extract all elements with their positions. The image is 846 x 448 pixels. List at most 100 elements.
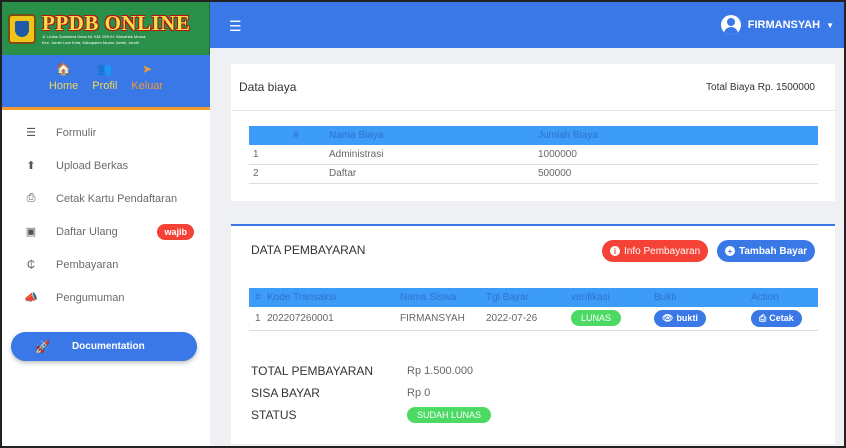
col-tgl-bayar: Tgl Bayar (486, 288, 571, 307)
status-label: STATUS (251, 408, 297, 422)
col-nama-siswa: Nama Siswa (400, 288, 486, 307)
megaphone-icon: 📣 (24, 292, 38, 304)
biaya-table: # Nama Biaya Jumlah Biaya 1 Administrasi… (249, 126, 818, 184)
cell-no: 2 (249, 164, 329, 184)
documentation-button[interactable]: 🚀 Documentation (11, 332, 197, 361)
sidebar-item-label: Pembayaran (56, 258, 119, 271)
brand-address-line1: Jl. Lintas Sumatera Desa Nt. KM. 009 Kt.… (42, 33, 147, 39)
home-link[interactable]: 🏠 Home (49, 62, 78, 107)
profil-label: Profil (92, 80, 118, 92)
sisa-bayar-row: SISA BAYAR Rp 0 (251, 382, 491, 404)
col-nama-biaya: Nama Biaya (329, 126, 538, 145)
table-header-row: # Nama Biaya Jumlah Biaya (249, 126, 818, 145)
bukti-button[interactable]: 👁 bukti (654, 309, 706, 327)
user-group-icon: 👥 (97, 62, 113, 76)
table-header-row: # Kode Transaksi Nama Siswa Tgl Bayar ve… (249, 288, 818, 307)
info-pembayaran-button[interactable]: i Info Pembayaran (602, 240, 709, 262)
home-label: Home (48, 80, 79, 92)
sidebar: PPDB ONLINE Jl. Lintas Sumatera Desa Nt.… (2, 2, 210, 446)
payment-summary: TOTAL PEMBAYARAN Rp 1.500.000 SISA BAYAR… (251, 360, 492, 426)
cell-jumlah: 1000000 (538, 145, 818, 165)
bukti-label: bukti (676, 313, 698, 324)
wajib-badge: wajib (157, 223, 194, 240)
cell-jumlah: 500000 (538, 164, 818, 184)
sign-out-icon: ➤ (142, 62, 153, 76)
user-avatar-icon (720, 15, 741, 35)
sidebar-item-label: Daftar Ulang (56, 225, 118, 238)
total-pembayaran-label: TOTAL PEMBAYARAN (251, 364, 374, 378)
sidebar-item-label: Pengumuman (56, 291, 125, 304)
chevron-down-icon: ▼ (826, 20, 834, 30)
biaya-card: Data biaya Total Biaya Rp. 1500000 # Nam… (231, 64, 835, 201)
cell-nama-siswa: FIRMANSYAH (400, 307, 486, 331)
cell-tgl: 2022-07-26 (486, 307, 571, 331)
brand-title: PPDB ONLINE (42, 10, 191, 35)
sidebar-item-daftar-ulang[interactable]: ▣ Daftar Ulang wajib (2, 215, 210, 248)
col-kode-transaksi: Kode Transaksi (267, 288, 400, 307)
lunas-badge: LUNAS (571, 310, 622, 327)
keluar-label: Keluar (131, 80, 164, 92)
info-icon: i (610, 246, 620, 256)
cell-no: 1 (249, 307, 267, 331)
table-row: 1 202207260001 FIRMANSYAH 2022-07-26 LUN… (249, 307, 818, 331)
hamburger-menu-icon[interactable]: ☰ (229, 18, 242, 35)
table-row: 2 Daftar 500000 (249, 164, 818, 184)
list-icon: ☰ (26, 127, 36, 139)
cell-bukti: 👁 bukti (654, 307, 751, 331)
col-no: # (249, 126, 329, 145)
user-quick-links: 🏠 Home 👥 Profil ➤ Keluar (2, 55, 210, 110)
username: FIRMANSYAH (747, 19, 821, 31)
documentation-label: Documentation (71, 341, 145, 352)
pembayaran-card: DATA PEMBAYARAN i Info Pembayaran + Tamb… (231, 224, 835, 444)
sidebar-item-cetak-kartu[interactable]: ⎙ Cetak Kartu Pendaftaran (2, 182, 210, 215)
col-verifikasi: verifikasi (571, 288, 654, 307)
print-icon: ⎙ (26, 192, 36, 204)
id-card-icon: ▣ (25, 226, 37, 238)
total-biaya: Total Biaya Rp. 1500000 (706, 81, 815, 93)
total-pembayaran-row: TOTAL PEMBAYARAN Rp 1.500.000 (251, 360, 491, 382)
brand-header[interactable]: PPDB ONLINE Jl. Lintas Sumatera Desa Nt.… (2, 2, 210, 55)
total-pembayaran-value: Rp 1.500.000 (407, 365, 474, 377)
keluar-link[interactable]: ➤ Keluar (131, 62, 163, 107)
cell-kode: 202207260001 (267, 307, 400, 331)
app-frame: PPDB ONLINE Jl. Lintas Sumatera Desa Nt.… (0, 0, 846, 448)
profil-link[interactable]: 👥 Profil (92, 62, 117, 107)
status-badge: SUDAH LUNAS (407, 407, 492, 423)
sidebar-item-formulir[interactable]: ☰ Formulir (2, 116, 210, 149)
tambah-bayar-button[interactable]: + Tambah Bayar (717, 240, 816, 262)
biaya-title: Data biaya (239, 80, 297, 94)
cetak-button[interactable]: ⎙ Cetak (751, 309, 802, 327)
col-bukti: Bukti (654, 288, 751, 307)
cell-verifikasi: LUNAS (571, 307, 654, 331)
upload-icon: ⬆ (26, 160, 36, 172)
top-navbar: ☰ FIRMANSYAH ▼ (210, 2, 844, 48)
money-off-icon: ₵ (27, 258, 35, 271)
rocket-icon: 🚀 (35, 339, 50, 354)
biaya-card-header: Data biaya Total Biaya Rp. 1500000 (231, 64, 835, 111)
school-logo (8, 13, 36, 44)
col-no: # (249, 288, 267, 307)
col-action: Action (751, 288, 818, 307)
status-row: STATUS SUDAH LUNAS (251, 404, 492, 426)
cell-nama: Daftar (329, 164, 538, 184)
sidebar-item-label: Cetak Kartu Pendaftaran (56, 192, 178, 205)
eye-icon: 👁 (662, 312, 674, 323)
col-jumlah-biaya: Jumlah Biaya (538, 126, 818, 145)
cell-nama: Administrasi (329, 145, 538, 165)
print-icon: ⎙ (759, 312, 767, 323)
info-pembayaran-label: Info Pembayaran (624, 245, 701, 257)
sidebar-item-upload-berkas[interactable]: ⬆ Upload Berkas (2, 149, 210, 182)
pembayaran-title: DATA PEMBAYARAN (251, 242, 366, 257)
sidebar-item-pembayaran[interactable]: ₵ Pembayaran (2, 248, 210, 281)
tambah-bayar-label: Tambah Bayar (739, 245, 808, 257)
home-icon: 🏠 (56, 62, 72, 76)
pembayaran-table: # Kode Transaksi Nama Siswa Tgl Bayar ve… (249, 288, 818, 331)
cell-no: 1 (249, 145, 329, 165)
plus-icon: + (725, 246, 735, 256)
cetak-label: Cetak (769, 313, 794, 324)
user-dropdown[interactable]: FIRMANSYAH ▼ (720, 15, 834, 35)
sisa-bayar-label: SISA BAYAR (251, 386, 320, 400)
cell-action: ⎙ Cetak (751, 307, 818, 331)
sidebar-item-pengumuman[interactable]: 📣 Pengumuman (2, 281, 210, 314)
sidebar-item-label: Formulir (56, 126, 97, 139)
